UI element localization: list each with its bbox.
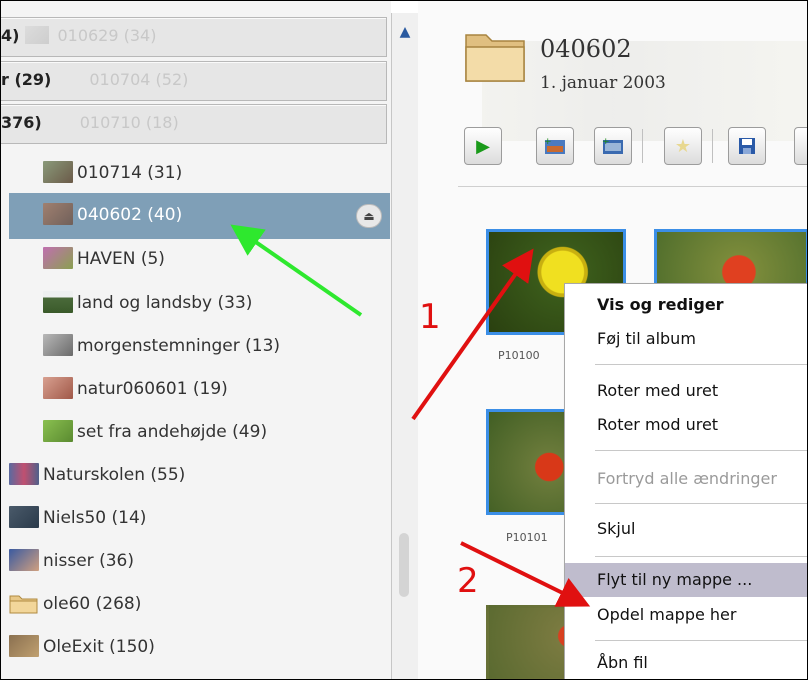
add-photo-icon: + — [544, 137, 565, 154]
folder-title: 040602 — [540, 35, 632, 63]
save-button[interactable] — [728, 127, 766, 165]
folder-icon — [464, 27, 528, 85]
folder-item-morgenstemninger[interactable]: morgenstemninger (13) — [43, 326, 280, 366]
menu-item-rotate-counterclockwise[interactable]: Roter mod uret — [565, 406, 807, 444]
svg-text:+: + — [544, 137, 552, 147]
toolbar-separator — [712, 129, 713, 163]
folder-item-ole60[interactable]: ole60 (268) — [9, 584, 141, 624]
photo-thumbnail-icon — [43, 203, 73, 225]
folder-item-040602[interactable]: 040602 (40) — [43, 195, 182, 235]
photo-thumbnail-icon — [43, 420, 73, 442]
folder-item-nisser[interactable]: nisser (36) — [9, 541, 134, 581]
context-menu: Vis og rediger Føj til album Roter med u… — [564, 283, 807, 679]
photo-thumbnail-icon — [25, 26, 50, 44]
group-row-label: r (29) — [1, 70, 52, 89]
folder-item-label: morgenstemninger (13) — [77, 336, 281, 356]
folder-item-natur060601[interactable]: natur060601 (19) — [43, 369, 228, 409]
more-toolbar-button[interactable] — [794, 127, 807, 165]
star-icon: ★ — [674, 135, 692, 157]
group-row-sub-label: 010629 (34) — [57, 26, 157, 45]
photo-thumbnail-icon — [9, 549, 39, 571]
photo-thumbnail-icon — [43, 377, 73, 399]
menu-item-rotate-clockwise[interactable]: Roter med uret — [565, 372, 807, 410]
menu-separator — [595, 556, 807, 557]
menu-item-split-folder-here[interactable]: Opdel mappe her — [565, 596, 807, 634]
photo-thumbnail-icon — [43, 291, 73, 313]
folder-item-label: OleExit (150) — [43, 637, 155, 657]
folder-item-label: set fra andehøjde (49) — [77, 422, 268, 442]
folder-item-niels50[interactable]: Niels50 (14) — [9, 498, 146, 538]
menu-separator — [595, 640, 807, 641]
menu-item-move-to-new-folder[interactable]: Flyt til ny mappe ... — [565, 563, 807, 597]
scrollbar-thumb[interactable] — [399, 533, 409, 597]
folder-item-label: nisser (36) — [43, 551, 134, 571]
folder-item-naturskolen[interactable]: Naturskolen (55) — [9, 455, 185, 495]
folder-item-label: land og landsby (33) — [77, 293, 253, 313]
photo-caption: P10101 — [506, 531, 548, 544]
folder-item-haven[interactable]: HAVEN (5) — [43, 239, 165, 279]
group-row-label: 376) — [1, 113, 42, 132]
menu-item-view-edit[interactable]: Vis og rediger — [565, 286, 807, 324]
menu-separator — [595, 364, 807, 365]
save-icon — [739, 138, 755, 154]
svg-text:+: + — [602, 137, 610, 147]
menu-separator — [595, 503, 807, 504]
photo-thumbnail-icon — [43, 334, 73, 356]
app-window: 4) 010629 (34) r (29) 010704 (52) 376) 0107… — [0, 0, 808, 680]
folder-item-010714[interactable]: 010714 (31) — [43, 153, 182, 193]
collapsed-group-row[interactable]: 376) 010710 (18) — [1, 104, 387, 144]
menu-separator — [595, 450, 807, 451]
add-video-icon: + — [602, 137, 623, 154]
add-photo-button[interactable]: + — [536, 127, 574, 165]
photo-thumbnail-icon — [9, 506, 39, 528]
play-icon: ▶ — [476, 135, 490, 157]
slideshow-button[interactable]: ▶ — [464, 127, 502, 165]
folder-item-land-og-landsby[interactable]: land og landsby (33) — [43, 283, 252, 323]
collapsed-group-row[interactable]: r (29) 010704 (52) — [1, 61, 387, 101]
folder-item-label: 040602 (40) — [77, 205, 183, 225]
folder-icon — [9, 589, 39, 614]
folder-tree-scrollbar[interactable]: ▲ — [391, 13, 419, 679]
photo-thumbnail-icon — [9, 463, 39, 485]
folder-date: 1. januar 2003 — [540, 73, 666, 93]
folder-item-label: ole60 (268) — [43, 594, 142, 614]
folder-item-set-fra-andehojde[interactable]: set fra andehøjde (49) — [43, 412, 267, 452]
menu-item-hide[interactable]: Skjul — [565, 510, 807, 548]
group-row-sub-label: 010704 (52) — [89, 70, 189, 89]
toolbar-divider — [458, 186, 807, 187]
folder-item-label: natur060601 (19) — [77, 379, 228, 399]
photo-thumbnail-icon — [43, 161, 73, 183]
folder-item-label: HAVEN (5) — [77, 249, 165, 269]
group-row-sub-label: 010710 (18) — [79, 113, 179, 132]
folder-tree-panel: 4) 010629 (34) r (29) 010704 (52) 376) 0107… — [1, 1, 391, 679]
menu-item-undo-all-changes: Fortryd alle ændringer — [597, 469, 777, 488]
eject-icon[interactable]: ⏏ — [356, 204, 382, 228]
photo-thumbnail-icon — [43, 247, 73, 269]
photo-caption: P10100 — [498, 349, 540, 362]
folder-item-label: 010714 (31) — [77, 163, 183, 183]
folder-item-label: Naturskolen (55) — [43, 465, 186, 485]
folder-item-oleexit[interactable]: OleExit (150) — [9, 627, 155, 667]
favorite-button[interactable]: ★ — [664, 127, 702, 165]
menu-item-add-to-album[interactable]: Føj til album — [565, 320, 807, 358]
annotation-label-2: 2 — [457, 561, 479, 601]
annotation-label-1: 1 — [419, 297, 441, 337]
collapsed-group-row[interactable]: 4) 010629 (34) — [1, 17, 387, 57]
toolbar-separator — [642, 129, 643, 163]
folder-item-label: Niels50 (14) — [43, 508, 147, 528]
scroll-up-arrow-icon[interactable]: ▲ — [395, 21, 415, 43]
group-row-label: 4) — [1, 26, 20, 45]
menu-item-open-file[interactable]: Åbn fil — [565, 644, 807, 679]
photo-thumbnail-icon — [9, 635, 39, 657]
add-video-button[interactable]: + — [594, 127, 632, 165]
